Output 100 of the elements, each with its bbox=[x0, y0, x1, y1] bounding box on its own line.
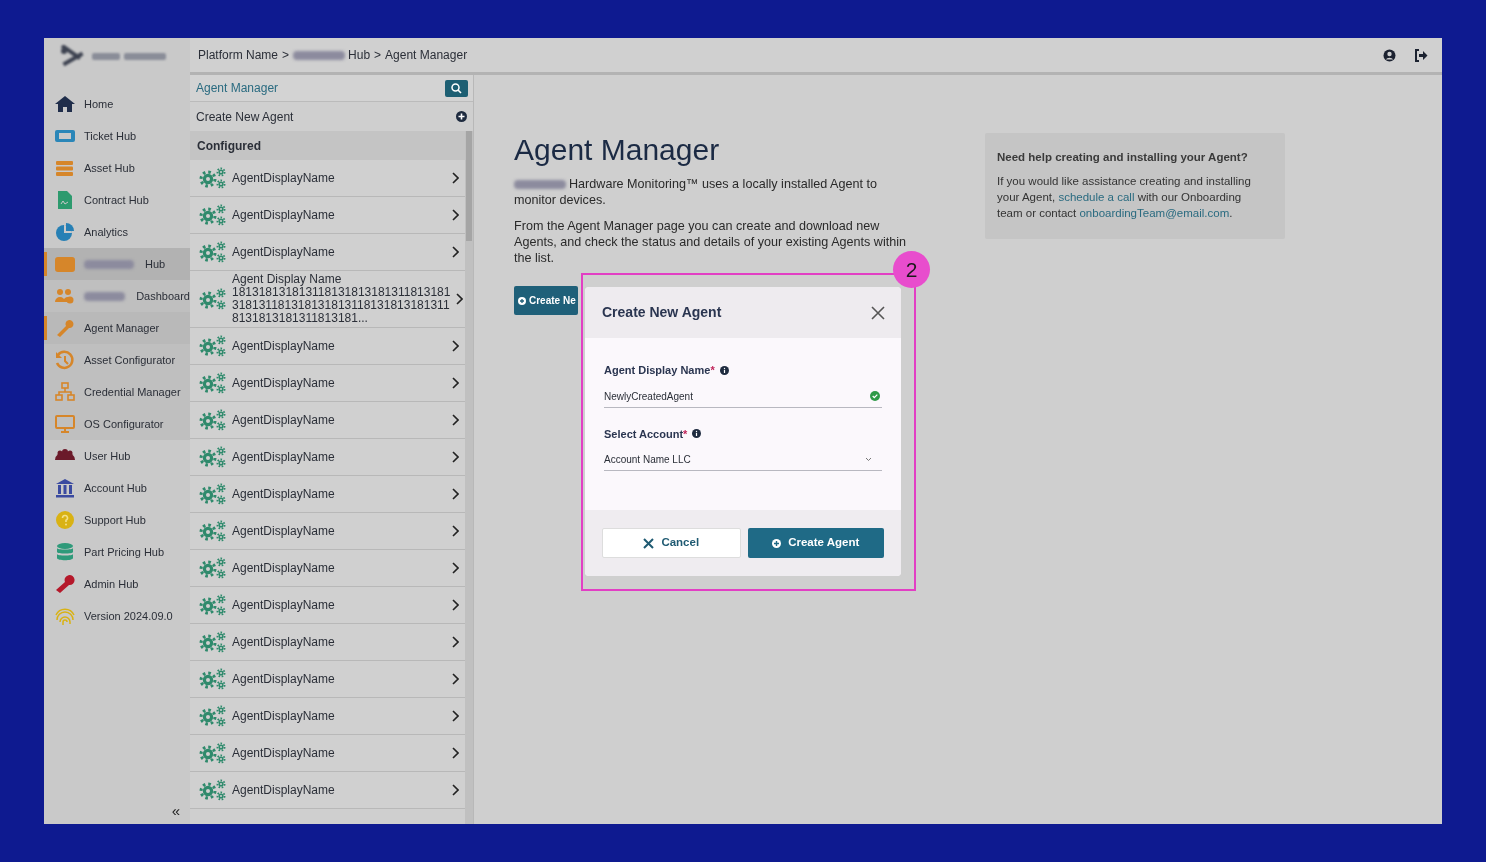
chevron-right-icon bbox=[451, 340, 459, 352]
help-text: If you would like assistance creating and installing your Agent, schedule a call with our Onboarding team or contact onboardingTeam@email.com. bbox=[997, 174, 1252, 222]
chevron-right-icon bbox=[451, 377, 459, 389]
modal-title: Create New Agent bbox=[602, 303, 722, 322]
search-button[interactable] bbox=[445, 79, 468, 97]
create-agent-button[interactable]: Create Ne bbox=[514, 286, 578, 315]
sidebar-item[interactable]: Asset Configurator bbox=[44, 344, 190, 376]
help-link[interactable]: schedule a call bbox=[1058, 191, 1135, 204]
field-label: Agent Display Name* bbox=[604, 363, 715, 378]
create-agent-button[interactable]: Create Agent bbox=[747, 528, 884, 558]
info-icon bbox=[719, 365, 729, 375]
chevron-right-icon bbox=[451, 747, 459, 759]
name-input-field[interactable]: NewlyCreatedAgent bbox=[604, 388, 870, 404]
gears-icon bbox=[199, 630, 227, 654]
chevron-right-icon bbox=[451, 599, 459, 611]
sidebar-item[interactable]: User Hub bbox=[44, 440, 190, 472]
chevron-right-icon bbox=[451, 209, 459, 221]
gears-icon bbox=[199, 482, 227, 506]
annotation-number: 2 bbox=[893, 251, 930, 288]
cancel-button[interactable]: Cancel bbox=[602, 528, 741, 558]
monitor-icon bbox=[54, 414, 76, 434]
gears-icon bbox=[199, 166, 227, 190]
sidebar-item[interactable]: Version 2024.09.0 bbox=[44, 600, 190, 632]
sidebar-item[interactable]: Support Hub bbox=[44, 504, 190, 536]
chevron-right-icon bbox=[451, 673, 459, 685]
help-icon bbox=[54, 510, 76, 530]
search-icon bbox=[451, 82, 462, 94]
chevron-right-icon bbox=[451, 710, 459, 722]
sidebar-item[interactable]: Credential Manager bbox=[44, 376, 190, 408]
chevron-right-icon bbox=[451, 636, 459, 648]
database-icon bbox=[54, 542, 76, 562]
gears-icon bbox=[199, 556, 227, 580]
gears-icon bbox=[199, 371, 227, 395]
sign-out-icon[interactable] bbox=[1414, 48, 1428, 62]
sidebar-item[interactable]: Agent Manager bbox=[44, 312, 190, 344]
plus-icon bbox=[518, 296, 526, 305]
chevron-right-icon bbox=[451, 414, 459, 426]
gears-icon bbox=[199, 593, 227, 617]
wrench-icon bbox=[54, 574, 76, 594]
chevron-right-icon bbox=[451, 488, 459, 500]
chevron-right-icon bbox=[451, 525, 459, 537]
breadcrumb-separator: > bbox=[282, 47, 290, 64]
chevron-down-icon bbox=[865, 457, 872, 462]
gears-icon bbox=[199, 704, 227, 728]
gears-icon bbox=[199, 240, 227, 264]
sidebar-item[interactable]: Analytics bbox=[44, 216, 190, 248]
breadcrumb-link[interactable]: Hub bbox=[293, 46, 371, 64]
chevron-right-icon bbox=[451, 562, 459, 574]
sidebar-item[interactable]: Admin Hub bbox=[44, 568, 190, 600]
page-title: Agent Manager bbox=[514, 133, 721, 167]
gears-icon bbox=[199, 287, 227, 311]
sidebar-item[interactable]: Asset Hub bbox=[44, 152, 190, 184]
sidebar-item[interactable]: OS Configurator bbox=[44, 408, 190, 440]
sidebar-item[interactable]: Home bbox=[44, 88, 190, 120]
sidebar-item[interactable]: Dashboard bbox=[44, 280, 190, 312]
agent-row[interactable]: Agent Display Name 181318131813118131813181311813181 318131181318131813118131813181311 8131813181311813181... bbox=[190, 271, 465, 328]
sidebar-item[interactable]: Hub bbox=[44, 248, 190, 280]
bank-icon bbox=[54, 478, 76, 498]
field-label: Select Account* bbox=[604, 426, 688, 442]
sidebar-item[interactable]: Ticket Hub bbox=[44, 120, 190, 152]
users-icon bbox=[54, 286, 76, 306]
sidebar-item[interactable]: Part Pricing Hub bbox=[44, 536, 190, 568]
fingerprint-icon bbox=[54, 606, 76, 626]
close-button[interactable] bbox=[871, 305, 885, 320]
gears-icon bbox=[199, 203, 227, 227]
description-text: Hardware Monitoring™ uses a locally installed Agent to monitor devices. bbox=[514, 177, 877, 207]
info-icon bbox=[692, 429, 702, 439]
chevron-right-icon bbox=[451, 451, 459, 463]
sidebar-item[interactable]: Contract Hub bbox=[44, 184, 190, 216]
folder-icon bbox=[54, 254, 76, 274]
plus-icon bbox=[772, 538, 782, 548]
home-icon bbox=[54, 94, 76, 114]
chevron-right-icon bbox=[451, 246, 459, 258]
network-icon bbox=[54, 382, 76, 402]
gears-icon bbox=[199, 334, 227, 358]
breadcrumb-link[interactable]: Platform Name bbox=[198, 46, 279, 64]
section-header: Configured bbox=[190, 131, 465, 160]
sidebar-item[interactable]: Account Hub bbox=[44, 472, 190, 504]
close-icon bbox=[871, 305, 885, 320]
search-field[interactable]: Agent Manager bbox=[190, 75, 473, 102]
account-select[interactable]: Account Name LLC bbox=[604, 449, 882, 471]
gears-icon bbox=[199, 408, 227, 432]
close-icon bbox=[643, 537, 655, 549]
collapse-button[interactable]: « bbox=[171, 803, 180, 818]
gears-icon bbox=[199, 519, 227, 543]
chevron-right-icon bbox=[455, 293, 464, 305]
chevron-right-icon bbox=[451, 784, 459, 796]
help-title: Need help creating and installing your Agent? bbox=[997, 150, 1249, 165]
breadcrumb-current: Agent Manager bbox=[385, 47, 468, 64]
gears-icon bbox=[199, 445, 227, 469]
scrollbar[interactable] bbox=[465, 131, 473, 824]
breadcrumb-separator: > bbox=[374, 47, 382, 64]
plus-icon bbox=[456, 111, 467, 122]
pie-chart-icon bbox=[54, 222, 76, 242]
history-icon bbox=[54, 350, 76, 370]
chevron-right-icon bbox=[451, 172, 459, 184]
user-icon[interactable] bbox=[1383, 48, 1396, 62]
gears-icon bbox=[199, 778, 227, 802]
search-label: Agent Manager bbox=[196, 80, 279, 97]
gears-icon bbox=[199, 741, 227, 765]
